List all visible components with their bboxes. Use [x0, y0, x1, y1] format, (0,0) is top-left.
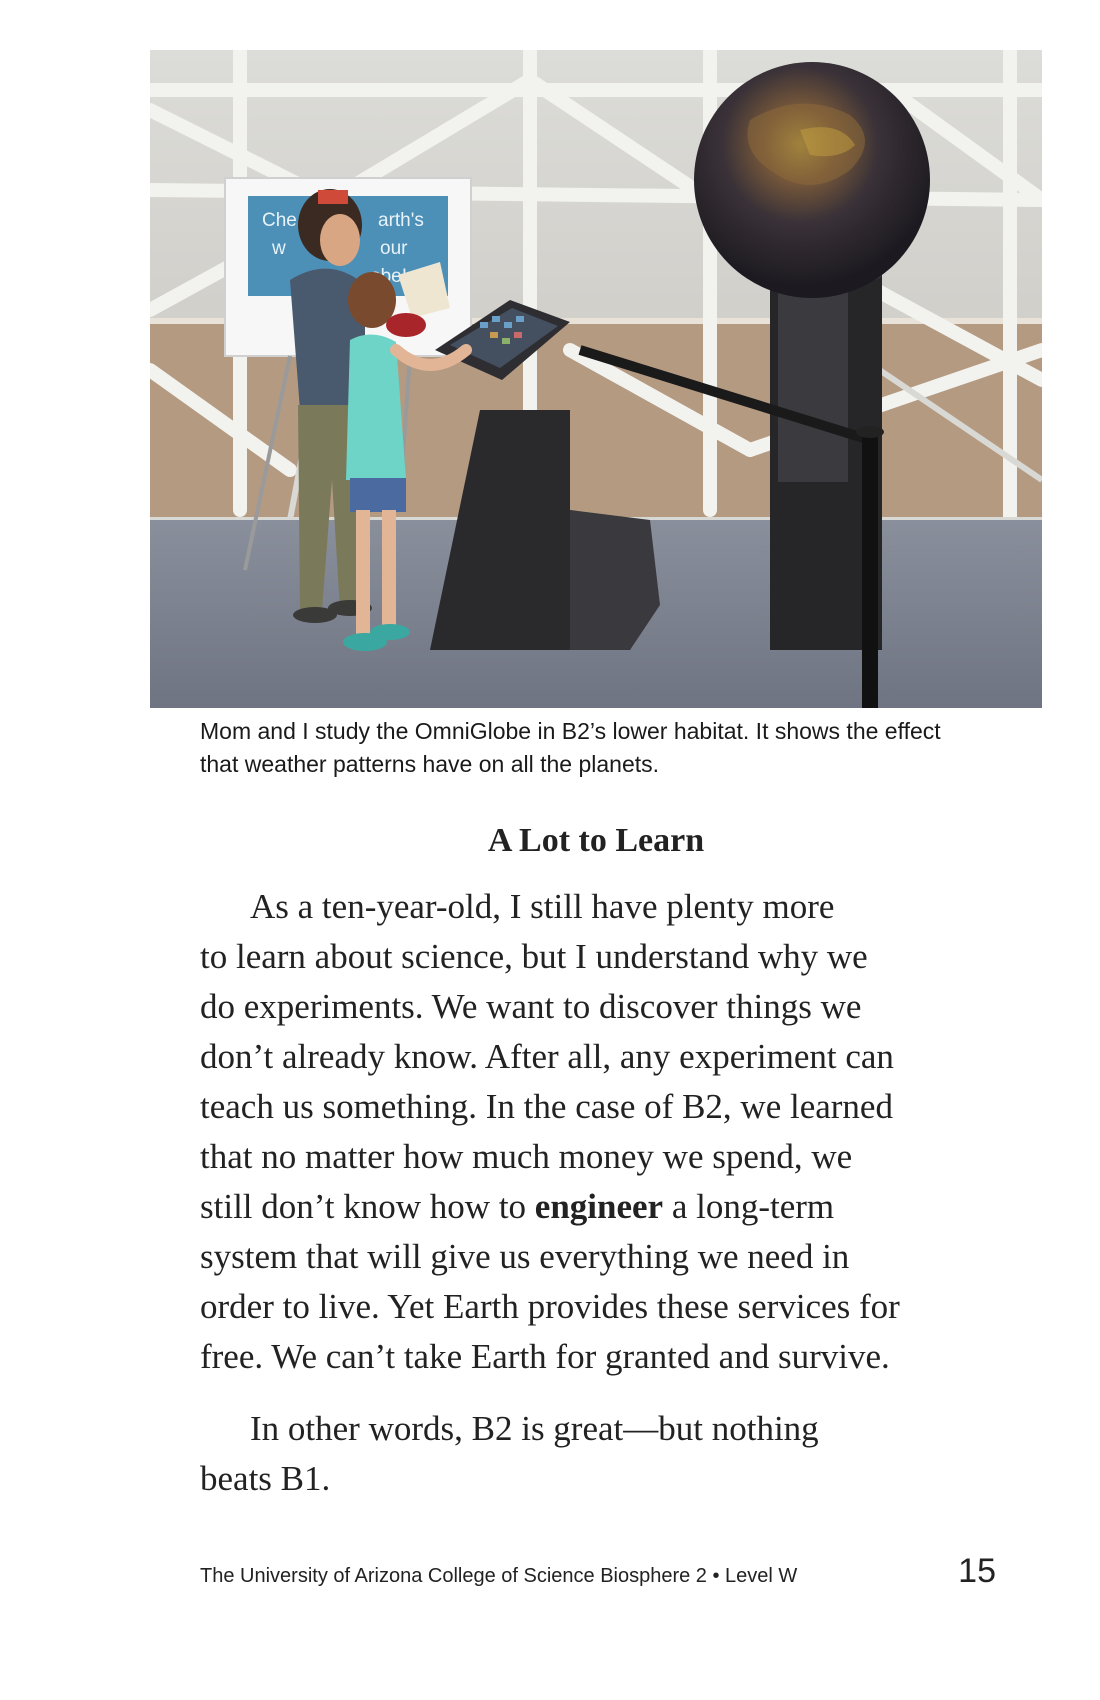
body-paragraph-1: As a ten-year-old, I still have plenty m…: [200, 882, 1020, 1382]
vocabulary-word: engineer: [534, 1187, 664, 1226]
paragraph-line: don’t already know. After all, any exper…: [200, 1037, 894, 1076]
paragraph-line: still don’t know how to engineer a long-…: [200, 1182, 1020, 1232]
paragraph-line: to learn about science, but I understand…: [200, 937, 868, 976]
page-number: 15: [958, 1552, 996, 1590]
sign-text-2: arth's: [378, 210, 424, 231]
body-paragraph-2: In other words, B2 is great—but nothing …: [200, 1404, 1020, 1504]
paragraph-line: order to live. Yet Earth provides these …: [200, 1287, 900, 1326]
paragraph-line: In other words, B2 is great—but nothing: [250, 1409, 819, 1448]
omniglobe-photo: Che arth's w our obe!: [150, 50, 1042, 708]
paragraph-line: free. We can’t take Earth for granted an…: [200, 1337, 890, 1376]
paragraph-line: that no matter how much money we spend, …: [200, 1137, 853, 1176]
photo-caption: Mom and I study the OmniGlobe in B2’s lo…: [200, 715, 1000, 781]
paragraph-line: do experiments. We want to discover thin…: [200, 987, 862, 1026]
sign-text-1: Che: [262, 210, 297, 231]
caption-line: that weather patterns have on all the pl…: [200, 751, 660, 777]
line-text: still don’t know how to: [200, 1187, 535, 1226]
paragraph-line: teach us something. In the case of B2, w…: [200, 1087, 893, 1126]
paragraph-line: beats B1.: [200, 1459, 331, 1498]
sign-text-4: our: [380, 238, 408, 259]
footer-credit: The University of Arizona College of Sci…: [200, 1565, 798, 1587]
paragraph-line: As a ten-year-old, I still have plenty m…: [250, 887, 835, 926]
paragraph-line: system that will give us everything we n…: [200, 1237, 850, 1276]
section-heading: A Lot to Learn: [487, 822, 705, 859]
caption-line: Mom and I study the OmniGlobe in B2’s lo…: [200, 718, 941, 744]
line-text: a long-term: [663, 1187, 835, 1226]
sign-text-3: w: [271, 238, 286, 259]
